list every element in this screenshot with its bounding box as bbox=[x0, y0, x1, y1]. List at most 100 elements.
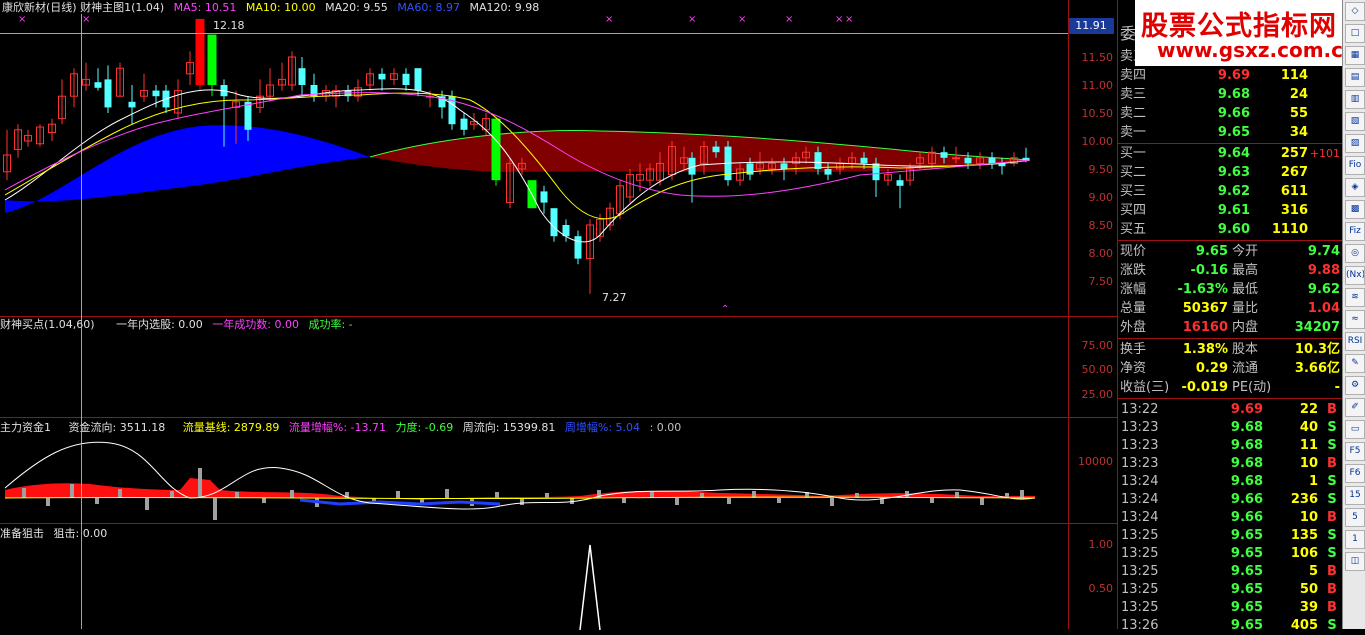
tick-volume: 5 bbox=[1308, 564, 1318, 579]
buy1-row[interactable]: 买一 9.64 257 +101 bbox=[1118, 144, 1343, 163]
signal-marker: × bbox=[738, 14, 746, 25]
toolbar-button[interactable]: ▧ bbox=[1345, 112, 1365, 131]
toolbar-button[interactable]: 1 bbox=[1345, 530, 1365, 549]
toolbar-button[interactable]: ≋ bbox=[1345, 288, 1365, 307]
flow-bar bbox=[118, 489, 122, 498]
toolbar-button[interactable]: ▩ bbox=[1345, 200, 1365, 219]
flow-bar bbox=[170, 491, 174, 498]
tick-row[interactable]: 13:25 9.65 39 B bbox=[1118, 599, 1343, 617]
toolbar-button[interactable]: F6 bbox=[1345, 464, 1365, 483]
sell2-row[interactable]: 卖二 9.66 55 bbox=[1118, 104, 1343, 123]
snipe-header: 准备狙击 狙击: 0.00 bbox=[0, 526, 113, 542]
tick-row[interactable]: 13:23 9.68 10 B bbox=[1118, 455, 1343, 473]
quote-label: PE(动) bbox=[1232, 380, 1272, 395]
quote-value: 9.65 bbox=[1195, 244, 1228, 259]
snipe-pane[interactable]: 准备狙击 狙击: 0.00 1.00 0.50 bbox=[0, 523, 1117, 630]
tick-volume: 1 bbox=[1308, 474, 1318, 489]
candle-body bbox=[104, 79, 112, 108]
toolbar-button[interactable]: RSI bbox=[1345, 332, 1365, 351]
tick-row[interactable]: 13:25 9.65 5 B bbox=[1118, 563, 1343, 581]
main-candlestick-chart[interactable]: × × × × × × × ×⌃ bbox=[0, 0, 1117, 316]
main-chart-header: 康欣新材(日线) 财神主图1(1.04) MA5: 10.51 MA10: 10… bbox=[2, 0, 545, 16]
tick-time: 13:24 bbox=[1121, 474, 1159, 489]
toolbar-button[interactable]: ▨ bbox=[1345, 134, 1365, 153]
buy1-vol: 257 bbox=[1280, 146, 1308, 161]
tick-time: 13:25 bbox=[1121, 582, 1159, 597]
snipe-chart[interactable] bbox=[0, 524, 1117, 630]
quote-label: 股本 bbox=[1232, 342, 1259, 357]
quote-value: - bbox=[1334, 380, 1340, 395]
tick-row[interactable]: 13:25 9.65 106 S bbox=[1118, 545, 1343, 563]
tick-row[interactable]: 13:24 9.66 10 B bbox=[1118, 509, 1343, 527]
tick-price: 9.65 bbox=[1230, 564, 1263, 579]
flow-area bbox=[5, 478, 1035, 500]
quote-label: 涨幅 bbox=[1120, 282, 1147, 297]
flow-bar bbox=[520, 498, 524, 505]
toolbar-button[interactable]: 15 bbox=[1345, 486, 1365, 505]
sell3-row[interactable]: 卖三 9.68 24 bbox=[1118, 85, 1343, 104]
buy-point-pane[interactable]: 财神买点(1.04,60) 一年内选股: 0.00 一年成功数: 0.00 成功… bbox=[0, 316, 1117, 418]
price-tick: 11.50 bbox=[1081, 51, 1114, 64]
toolbar-button[interactable]: ▦ bbox=[1345, 46, 1365, 65]
buy4-label: 买四 bbox=[1120, 203, 1147, 218]
capital-flow-pane[interactable]: 主力资金1 资金流向: 3511.18 流量基线: 2879.89 流量增幅%:… bbox=[0, 417, 1117, 524]
tick-row[interactable]: 13:23 9.68 40 S bbox=[1118, 419, 1343, 437]
toolbar-button[interactable]: ▥ bbox=[1345, 90, 1365, 109]
tick-row[interactable]: 13:24 9.68 1 S bbox=[1118, 473, 1343, 491]
toolbar-button[interactable]: □ bbox=[1345, 24, 1365, 43]
toolbar-button[interactable]: ◎ bbox=[1345, 244, 1365, 263]
flow-bar bbox=[290, 490, 294, 498]
flow-bar bbox=[777, 498, 781, 503]
flow-bar bbox=[46, 498, 50, 506]
flow-bar bbox=[830, 498, 834, 506]
toolbar-button[interactable]: ◇ bbox=[1345, 2, 1365, 21]
quote-row: 总量 50367 量比 1.04 bbox=[1118, 299, 1343, 318]
sell1-row[interactable]: 卖一 9.65 34 bbox=[1118, 123, 1343, 142]
price-tick: 11.00 bbox=[1081, 79, 1114, 92]
flow-bar bbox=[213, 498, 217, 520]
tick-row[interactable]: 13:26 9.65 405 S bbox=[1118, 617, 1343, 635]
ma5-label: MA5: 10.51 bbox=[173, 1, 237, 14]
toolbar-button[interactable]: Fio bbox=[1345, 156, 1365, 175]
sell1-vol: 34 bbox=[1289, 125, 1308, 140]
sell4-price: 9.69 bbox=[1217, 68, 1250, 83]
tick-row[interactable]: 13:22 9.69 22 B bbox=[1118, 401, 1343, 419]
toolbar-button[interactable]: ⚙ bbox=[1345, 376, 1365, 395]
tick-volume: 22 bbox=[1299, 402, 1318, 417]
buy3-row[interactable]: 买三 9.62 611 bbox=[1118, 182, 1343, 201]
candle-body bbox=[414, 68, 422, 91]
tick-volume: 236 bbox=[1290, 492, 1318, 507]
toolbar-button[interactable]: ◈ bbox=[1345, 178, 1365, 197]
sell4-row[interactable]: 卖四 9.69 114 bbox=[1118, 66, 1343, 85]
tick-row[interactable]: 13:25 9.65 135 S bbox=[1118, 527, 1343, 545]
tick-side: B bbox=[1327, 582, 1337, 597]
tick-price: 9.65 bbox=[1230, 546, 1263, 561]
tick-row[interactable]: 13:23 9.68 11 S bbox=[1118, 437, 1343, 455]
tick-time: 13:25 bbox=[1121, 600, 1159, 615]
toolbar-button[interactable]: ◫ bbox=[1345, 552, 1365, 571]
main-chart-pane[interactable]: × × × × × × × × ⌃ 康欣新材(日线) 财神主图1(1.04) MA5: 10.5… bbox=[0, 0, 1117, 316]
tick-volume: 40 bbox=[1299, 420, 1318, 435]
toolbar-button[interactable]: ✐ bbox=[1345, 398, 1365, 417]
tick-row[interactable]: 13:25 9.65 50 B bbox=[1118, 581, 1343, 599]
candle-body bbox=[402, 73, 410, 85]
toolbar-button[interactable]: (Nx) bbox=[1345, 266, 1365, 285]
toolbar-button[interactable]: F5 bbox=[1345, 442, 1365, 461]
tick-price: 9.65 bbox=[1230, 528, 1263, 543]
buy4-row[interactable]: 买四 9.61 316 bbox=[1118, 201, 1343, 220]
buy5-row[interactable]: 买五 9.60 1110 bbox=[1118, 220, 1343, 239]
candle-body bbox=[460, 118, 468, 130]
toolbar-button[interactable]: ✎ bbox=[1345, 354, 1365, 373]
toolbar-button[interactable]: ≈ bbox=[1345, 310, 1365, 329]
toolbar-button[interactable]: Fiz bbox=[1345, 222, 1365, 241]
candle-body bbox=[298, 68, 306, 85]
toolbar-button[interactable]: ▤ bbox=[1345, 68, 1365, 87]
buy2-row[interactable]: 买二 9.63 267 bbox=[1118, 163, 1343, 182]
quote-label: 流通 bbox=[1232, 361, 1259, 376]
toolbar-button[interactable]: ▭ bbox=[1345, 420, 1365, 439]
candle-body bbox=[207, 34, 217, 85]
tick-row[interactable]: 13:24 9.66 236 S bbox=[1118, 491, 1343, 509]
toolbar-button[interactable]: 5 bbox=[1345, 508, 1365, 527]
main-chart-title: 康欣新材(日线) 财神主图1(1.04) bbox=[2, 1, 165, 14]
divider bbox=[1118, 240, 1343, 241]
